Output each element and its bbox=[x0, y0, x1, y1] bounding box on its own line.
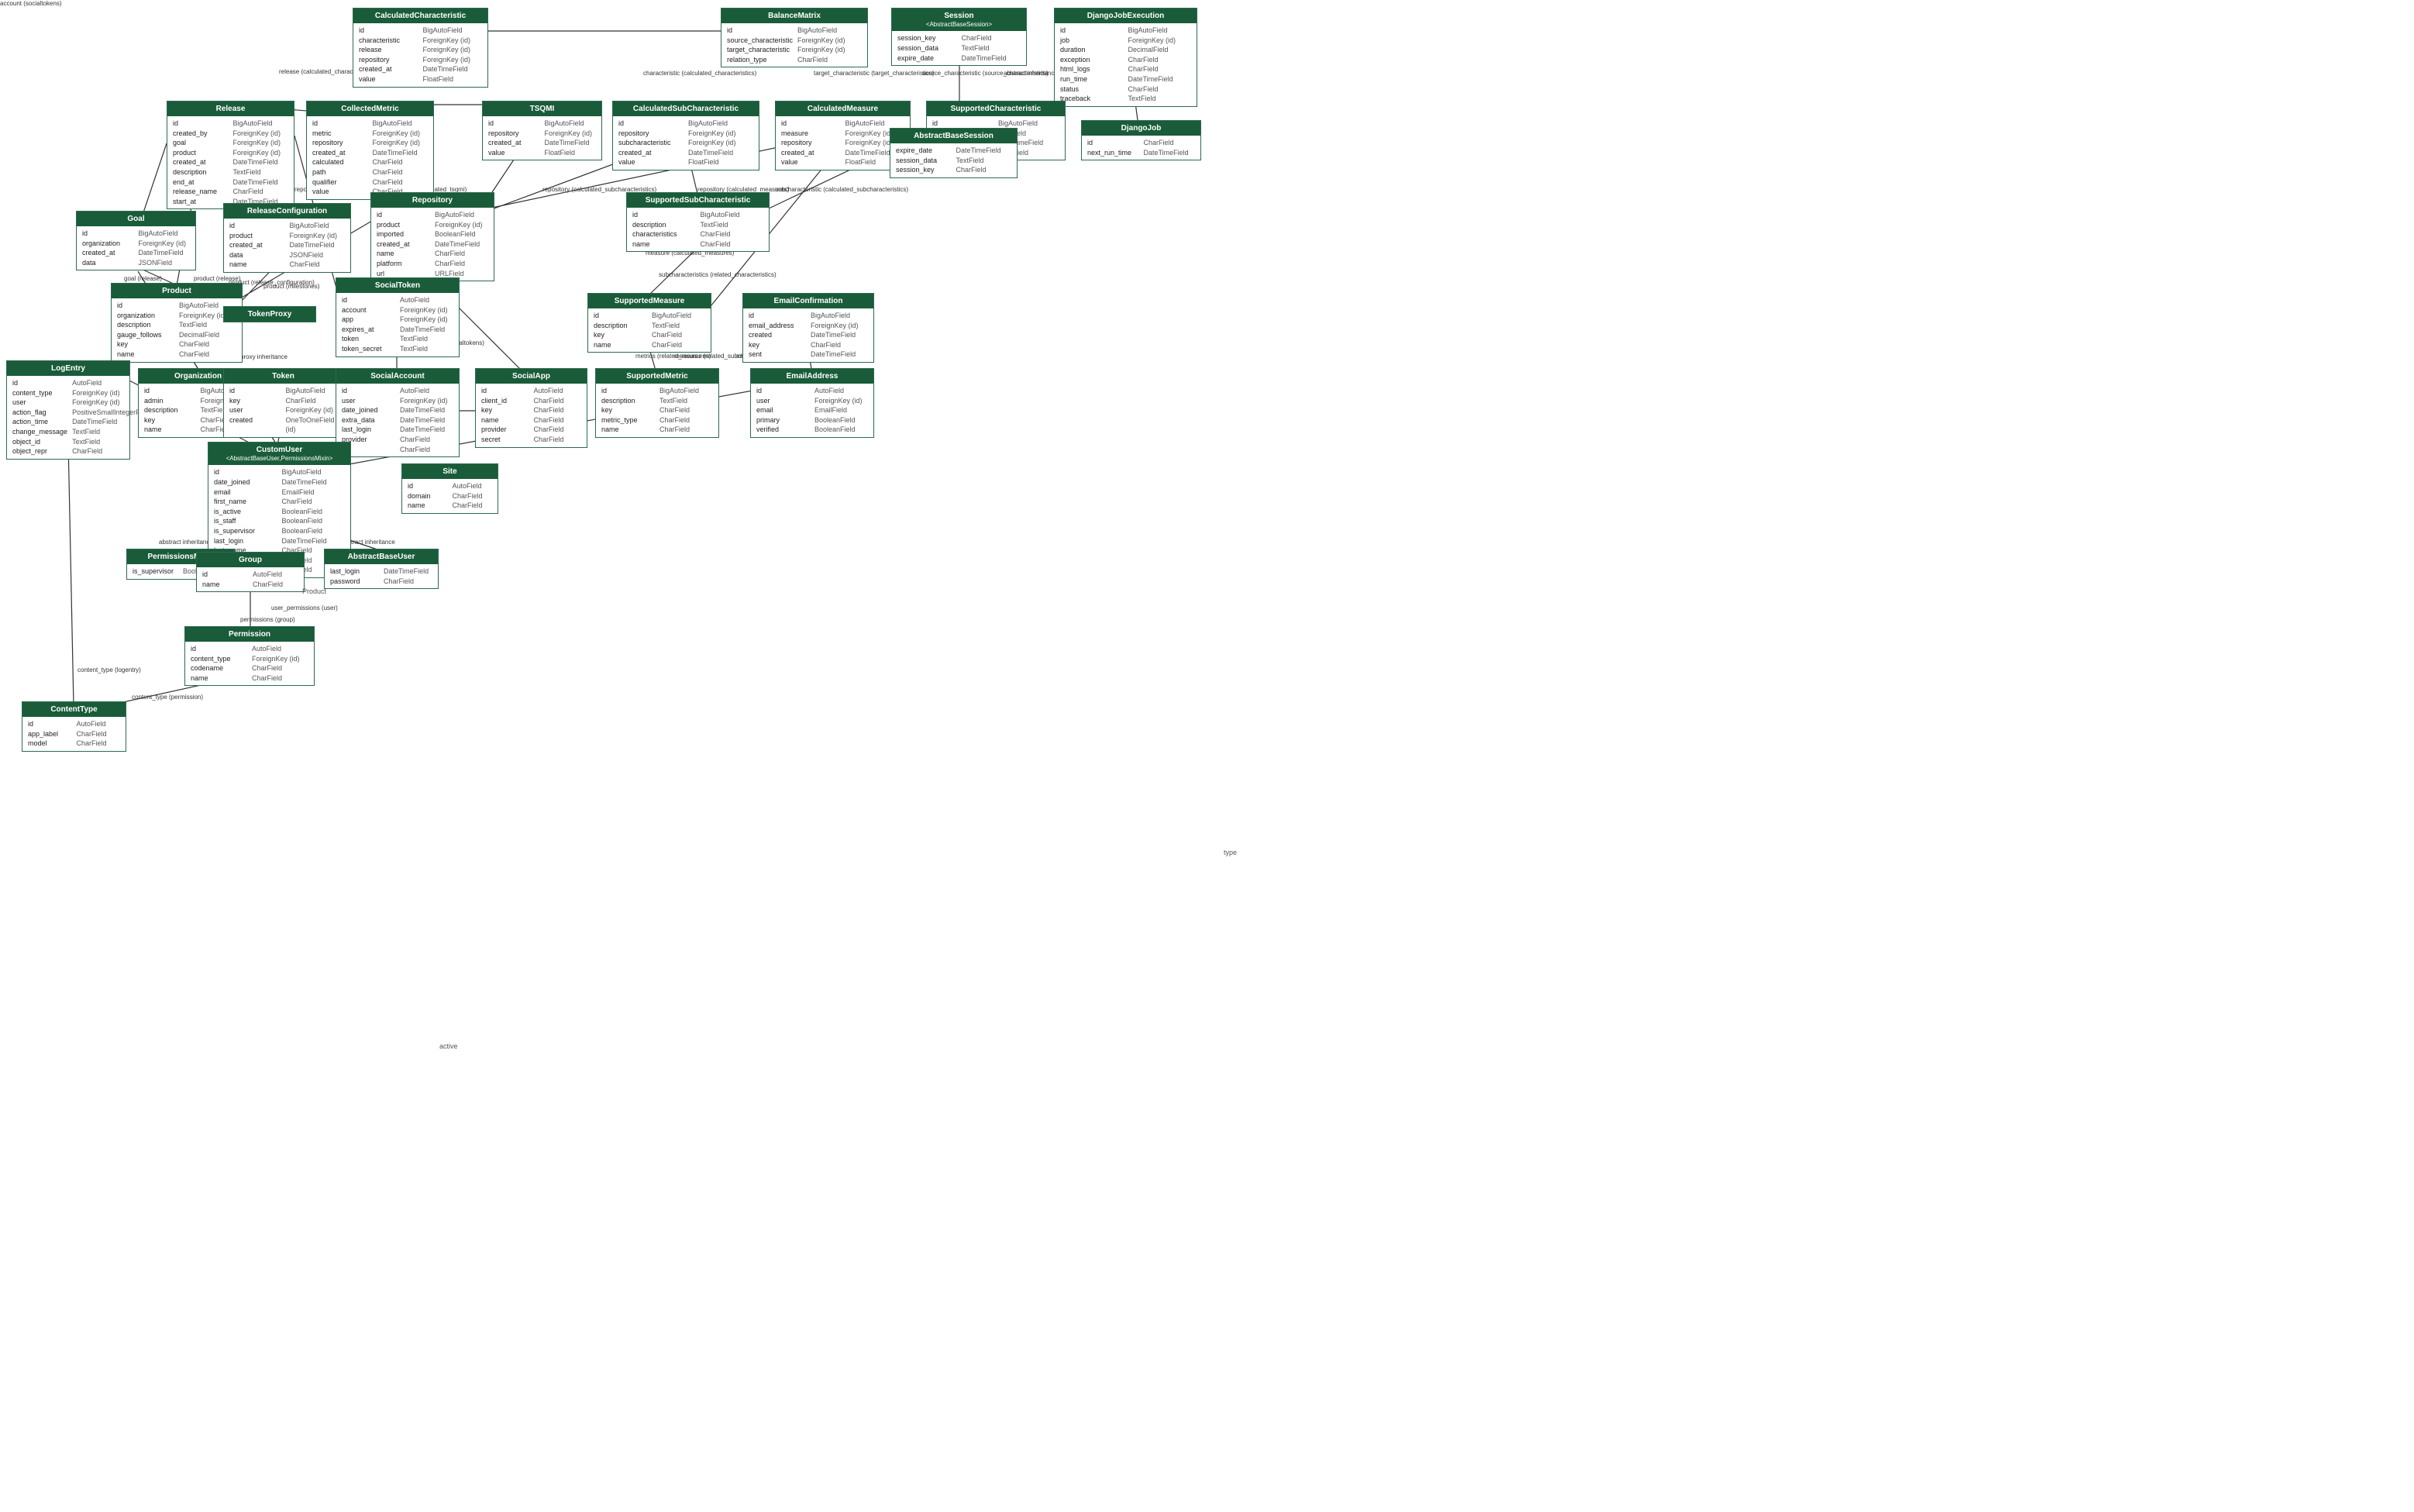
entity-CalculatedCharacteristic: CalculatedCharacteristic id characterist… bbox=[353, 8, 488, 88]
entity-Product: Product id organization description gaug… bbox=[111, 283, 243, 363]
entity-CollectedMetric: CollectedMetric id metric repository cre… bbox=[306, 101, 434, 200]
entity-ReleaseConfiguration: ReleaseConfiguration id product created_… bbox=[223, 203, 351, 273]
entity-header-SupportedMeasure: SupportedMeasure bbox=[588, 294, 711, 308]
entity-header-Permission: Permission bbox=[185, 627, 314, 642]
entity-header-AbstractBaseSession: AbstractBaseSession bbox=[890, 129, 1017, 143]
label-content-perm: content_type (permission) bbox=[132, 694, 203, 701]
entity-DjangoJob: DjangoJob id next_run_time CharField Dat… bbox=[1081, 120, 1201, 160]
entity-TSQMI: TSQMI id repository created_at value Big… bbox=[482, 101, 602, 160]
entity-header-DjangoJobExecution: DjangoJobExecution bbox=[1055, 9, 1197, 23]
label-goal-release: goal (release) bbox=[124, 275, 162, 282]
entity-Release: Release id created_by goal product creat… bbox=[167, 101, 294, 209]
label-perms-group: permissions (group) bbox=[240, 616, 295, 623]
label-active: active bbox=[439, 1042, 458, 1050]
entity-SupportedMetric: SupportedMetric id description key metri… bbox=[595, 368, 719, 438]
label-user-perms: user_permissions (user) bbox=[271, 604, 338, 611]
entity-header-Goal: Goal bbox=[77, 212, 195, 226]
entity-header-CalculatedCharacteristic: CalculatedCharacteristic bbox=[353, 9, 487, 23]
entity-header-TSQMI: TSQMI bbox=[483, 102, 601, 116]
entity-header-CalculatedMeasure: CalculatedMeasure bbox=[776, 102, 910, 116]
label-type-field: type bbox=[1224, 849, 1237, 856]
entity-Group: Group id name AutoField CharField bbox=[196, 552, 305, 592]
entity-header-SocialAccount: SocialAccount bbox=[336, 369, 459, 384]
entity-header-LogEntry: LogEntry bbox=[7, 361, 129, 376]
entity-BalanceMatrix: BalanceMatrix id source_characteristic t… bbox=[721, 8, 868, 67]
label-subchar-related2: subcharacteristics (related_characterist… bbox=[659, 271, 777, 278]
entity-Token: Token id key user created BigAutoField C… bbox=[223, 368, 343, 438]
entity-header-DjangoJob: DjangoJob bbox=[1082, 121, 1200, 136]
entity-header-ContentType: ContentType bbox=[22, 702, 126, 717]
entity-header-Token: Token bbox=[224, 369, 343, 384]
entity-Session: Session<AbstractBaseSession> session_key… bbox=[891, 8, 1027, 66]
entity-header-Group: Group bbox=[197, 553, 304, 567]
entity-LogEntry: LogEntry id content_type user action_fla… bbox=[6, 360, 130, 460]
entity-header-AbstractBaseUser: AbstractBaseUser bbox=[325, 549, 438, 564]
entity-Permission: Permission id content_type codename name… bbox=[184, 626, 315, 686]
entity-Goal: Goal id organization created_at data Big… bbox=[76, 211, 196, 270]
entity-ContentType: ContentType id app_label model AutoField… bbox=[22, 701, 126, 752]
entity-header-CustomUser: CustomUser<AbstractBaseUser,PermissionsM… bbox=[208, 443, 350, 465]
label-product-milestones: product (milestones) bbox=[263, 283, 319, 290]
entity-header-SocialApp: SocialApp bbox=[476, 369, 587, 384]
entity-header-Repository: Repository bbox=[371, 193, 494, 208]
entity-header-ReleaseConfiguration: ReleaseConfiguration bbox=[224, 204, 350, 219]
entity-header-Site: Site bbox=[402, 464, 498, 479]
entity-SupportedSubCharacteristic: SupportedSubCharacteristic id descriptio… bbox=[626, 192, 770, 252]
entity-header-SocialToken: SocialToken bbox=[336, 278, 459, 293]
entity-AbstractBaseUser: AbstractBaseUser last_login password Dat… bbox=[324, 549, 439, 589]
connections-svg bbox=[0, 0, 2414, 1512]
entity-EmailConfirmation: EmailConfirmation id email_address creat… bbox=[742, 293, 874, 363]
entity-AbstractBaseSession: AbstractBaseSession expire_date session_… bbox=[890, 128, 1018, 178]
label-target-char: target_characteristic (target_characteri… bbox=[814, 70, 935, 77]
entity-DjangoJobExecution: DjangoJobExecution id job duration excep… bbox=[1054, 8, 1197, 107]
entity-header-CalculatedSubCharacteristic: CalculatedSubCharacteristic bbox=[613, 102, 759, 116]
entity-SocialApp: SocialApp id client_id key name provider… bbox=[475, 368, 587, 448]
label-content-logentry: content_type (logentry) bbox=[77, 666, 141, 673]
label-subchar-related: subcharacteristic (calculated_subcharact… bbox=[775, 186, 908, 193]
label-product-field: Product bbox=[302, 587, 326, 595]
entity-Repository: Repository id product imported created_a… bbox=[370, 192, 494, 281]
entity-SocialToken: SocialToken id account app expires_at to… bbox=[336, 277, 460, 357]
label-abstract-inherit3: abstract inheritance bbox=[159, 539, 213, 546]
entity-Site: Site id domain name AutoField CharField … bbox=[401, 463, 498, 514]
label-account-social: account (socialtokens) bbox=[0, 0, 62, 7]
entity-header-Session: Session<AbstractBaseSession> bbox=[892, 9, 1026, 31]
entity-CalculatedSubCharacteristic: CalculatedSubCharacteristic id repositor… bbox=[612, 101, 759, 170]
entity-header-EmailConfirmation: EmailConfirmation bbox=[743, 294, 873, 308]
entity-EmailAddress: EmailAddress id user email primary verif… bbox=[750, 368, 874, 438]
entity-header-BalanceMatrix: BalanceMatrix bbox=[721, 9, 867, 23]
entity-header-Product: Product bbox=[112, 284, 242, 298]
entity-header-SupportedMetric: SupportedMetric bbox=[596, 369, 718, 384]
entity-header-TokenProxy: TokenProxy bbox=[224, 307, 315, 322]
label-abstract-inherit: abstract inheritance bbox=[1004, 70, 1058, 77]
entity-header-EmailAddress: EmailAddress bbox=[751, 369, 873, 384]
entity-TokenProxy: TokenProxy bbox=[223, 306, 316, 322]
label-proxy-inherit: proxy inheritance bbox=[240, 353, 288, 360]
label-char-calc: characteristic (calculated_characteristi… bbox=[643, 70, 756, 77]
entity-header-CollectedMetric: CollectedMetric bbox=[307, 102, 433, 116]
entity-header-SupportedSubCharacteristic: SupportedSubCharacteristic bbox=[627, 193, 769, 208]
entity-SocialAccount: SocialAccount id user date_joined extra_… bbox=[336, 368, 460, 457]
diagram-container: release (calculated_characteristics) cha… bbox=[0, 0, 2414, 1512]
entity-header-Release: Release bbox=[167, 102, 294, 116]
entity-header-SupportedCharacteristic: SupportedCharacteristic bbox=[927, 102, 1065, 116]
entity-SupportedMeasure: SupportedMeasure id description key name… bbox=[587, 293, 711, 353]
